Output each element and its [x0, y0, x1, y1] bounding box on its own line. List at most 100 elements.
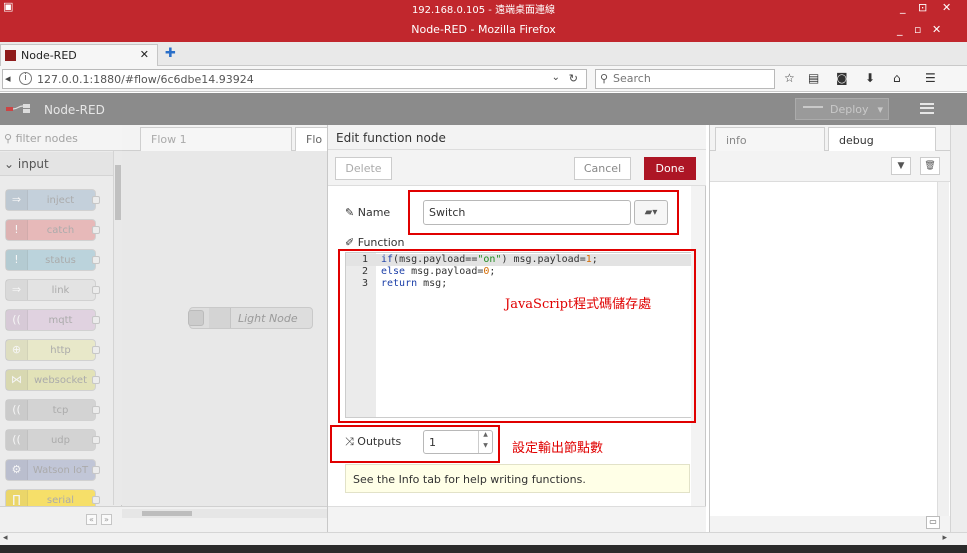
palette-node-mqtt[interactable]: ((mqtt — [5, 309, 100, 331]
navigation-bar: ◂ i 127.0.0.1:1880/#flow/6c6dbe14.93924 … — [0, 66, 967, 92]
palette-node-port — [92, 466, 100, 474]
palette-node-icon: (( — [6, 310, 28, 330]
palette-node-label: websocket — [33, 375, 87, 386]
app-title: Node-RED — [44, 103, 105, 117]
cancel-button[interactable]: Cancel — [574, 157, 631, 180]
new-tab-button[interactable]: ✚ — [165, 46, 176, 61]
page-horizontal-scrollbar[interactable]: ◂ ▸ — [0, 532, 967, 545]
palette-node-port — [92, 286, 100, 294]
palette-node-port — [92, 226, 100, 234]
palette-node-status[interactable]: ! status — [5, 249, 100, 271]
reload-icon[interactable]: ↻ — [569, 72, 578, 85]
trash-icon[interactable]: 🗑 — [920, 157, 940, 175]
done-button[interactable]: Done — [644, 157, 696, 180]
palette-node-label: serial — [46, 495, 75, 506]
palette-filter-placeholder: filter nodes — [15, 132, 78, 145]
palette-node-port — [92, 256, 100, 264]
deploy-button[interactable]: Deploy ▾ — [795, 98, 889, 120]
url-dropdown-icon[interactable]: ⌄ — [552, 72, 560, 83]
deploy-label: Deploy — [830, 103, 869, 116]
filter-icon[interactable]: ▼ — [891, 157, 911, 175]
browser-tab[interactable]: Node-RED ✕ — [0, 44, 158, 66]
palette-node-inject[interactable]: ⇒ inject — [5, 189, 100, 211]
scroll-right-icon[interactable]: ▸ — [942, 533, 947, 543]
rd-minimize-button[interactable]: _ — [900, 1, 906, 14]
palette-node-port — [92, 436, 100, 444]
tab-info[interactable]: info — [715, 127, 825, 152]
name-highlight-box — [408, 190, 679, 235]
url-bar[interactable]: ◂ i 127.0.0.1:1880/#flow/6c6dbe14.93924 … — [2, 69, 587, 89]
flow-canvas[interactable]: Light Node — [122, 151, 327, 506]
help-tip-text: See the Info tab for help writing functi… — [353, 473, 586, 486]
palette-node-port — [92, 346, 100, 354]
site-info-icon[interactable]: i — [19, 72, 32, 85]
node-red-logo-icon — [6, 104, 30, 113]
palette-scrollbar[interactable] — [113, 151, 122, 505]
search-bar[interactable]: ⚲ — [595, 69, 775, 89]
palette-node-port — [92, 406, 100, 414]
back-icon[interactable]: ◂ — [5, 72, 11, 85]
close-tab-icon[interactable]: ✕ — [140, 48, 149, 61]
sidebar: info debug ▼ 🗑 ▭ — [709, 125, 951, 532]
palette-node-watson-iot[interactable]: ⚙ Watson IoT — [5, 459, 100, 481]
wrench-icon: ✐ — [345, 236, 358, 249]
workspace-tabs: Flow 1 Flo — [122, 125, 335, 151]
download-icon[interactable]: ⬇ — [865, 71, 875, 85]
chevron-down-icon: ⌄ — [4, 157, 18, 171]
tab-debug[interactable]: debug — [828, 127, 936, 152]
node-icon — [209, 308, 231, 328]
palette-node-http[interactable]: ⊕ http — [5, 339, 100, 361]
rd-close-button[interactable]: ✕ — [942, 1, 951, 14]
window-title: Node-RED - Mozilla Firefox — [411, 23, 556, 36]
search-input[interactable] — [613, 72, 763, 85]
popout-icon[interactable]: ▭ — [926, 516, 940, 529]
main-menu-icon[interactable] — [920, 103, 934, 114]
pocket-icon[interactable]: ◙ — [836, 71, 848, 85]
tab-flow-2-label: Flo — [306, 133, 323, 146]
node-red-header: Node-RED Deploy ▾ — [0, 93, 967, 125]
palette-node-udp[interactable]: ((udp — [5, 429, 100, 451]
minimize-button[interactable]: _ — [897, 23, 903, 36]
restore-button[interactable]: ▫ — [914, 23, 921, 36]
scroll-left-icon[interactable]: ◂ — [3, 533, 8, 543]
outputs-highlight-box — [330, 425, 500, 463]
tab-flow-1-label: Flow 1 — [151, 133, 187, 146]
rd-restore-button[interactable]: ⊡ — [918, 1, 927, 14]
palette-node-icon: ! — [6, 250, 28, 270]
close-button[interactable]: ✕ — [932, 23, 941, 36]
name-label: Name — [357, 206, 391, 219]
tab-flow-1[interactable]: Flow 1 — [140, 127, 292, 151]
palette-node-icon: ⊕ — [6, 340, 28, 360]
delete-button[interactable]: Delete — [335, 157, 392, 180]
star-icon[interactable]: ☆ — [784, 71, 795, 85]
menu-icon[interactable]: ☰ — [925, 71, 936, 85]
light-node[interactable]: Light Node — [188, 307, 313, 329]
reading-list-icon[interactable]: ▤ — [808, 71, 819, 85]
function-label: Function — [357, 236, 405, 249]
palette-node-tcp[interactable]: ((tcp — [5, 399, 100, 421]
palette-category-input[interactable]: ⌄ input — [0, 152, 113, 176]
workspace-scrollbar[interactable] — [122, 509, 327, 518]
tab-debug-label: debug — [839, 134, 874, 147]
deploy-dropdown-icon[interactable]: ▾ — [877, 103, 883, 116]
palette-node-link[interactable]: ⇒ link — [5, 279, 100, 301]
palette-node-catch[interactable]: ! catch — [5, 219, 100, 241]
light-node-label: Light Node — [238, 312, 298, 325]
palette-category-label: input — [17, 157, 49, 171]
node-button[interactable] — [188, 310, 204, 326]
browser-titlebar: Node-RED - Mozilla Firefox _ ▫ ✕ — [0, 16, 967, 42]
palette-footer: « » — [0, 506, 122, 532]
sidebar-tabs: info debug — [710, 125, 951, 152]
home-icon[interactable]: ⌂ — [893, 71, 901, 85]
palette-node-websocket[interactable]: ⋈ websocket — [5, 369, 100, 391]
collapse-all-icon[interactable]: « — [86, 514, 97, 525]
tag-icon: ✎ — [345, 206, 358, 219]
search-icon: ⚲ — [4, 132, 16, 145]
palette-node-label: http — [50, 345, 71, 356]
sidebar-scrollbar[interactable] — [937, 182, 949, 516]
expand-all-icon[interactable]: » — [101, 514, 112, 525]
url-text[interactable]: 127.0.0.1:1880/#flow/6c6dbe14.93924 — [37, 73, 254, 86]
remote-desktop-title: 192.168.0.105 - 遠端桌面連線 — [411, 5, 556, 16]
palette-node-icon: ⋈ — [6, 370, 28, 390]
palette-filter[interactable]: ⚲ filter nodes — [0, 125, 122, 151]
